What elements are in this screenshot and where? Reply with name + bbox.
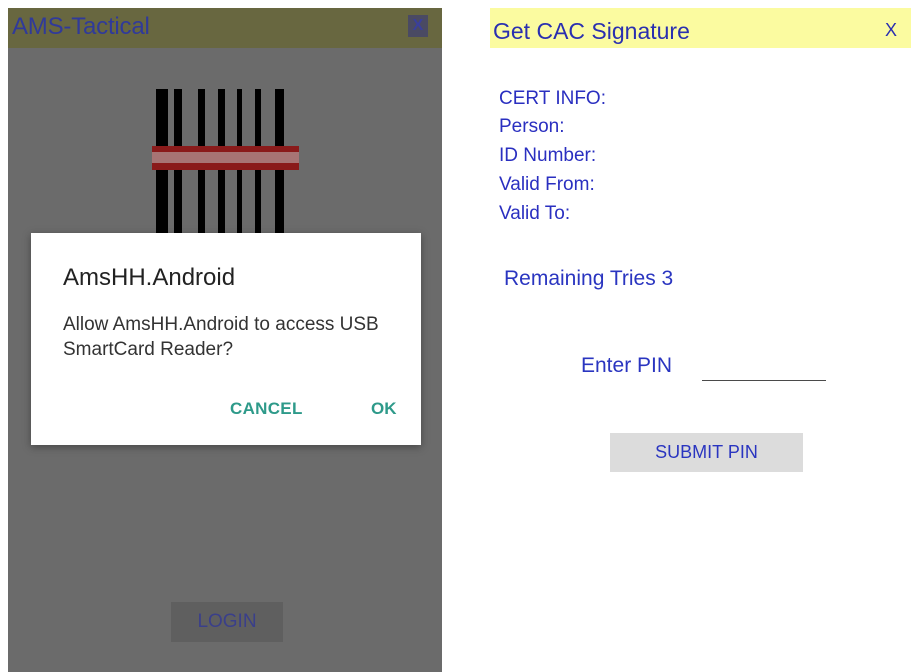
login-button[interactable]: LOGIN [171, 602, 283, 642]
pin-input[interactable] [702, 358, 826, 381]
cac-signature-screen: Get CAC Signature X CERT INFO: Person: I… [490, 8, 911, 672]
cert-info-label: CERT INFO: [499, 88, 606, 109]
id-number-label: ID Number: [499, 145, 597, 166]
submit-pin-button[interactable]: SUBMIT PIN [610, 433, 803, 472]
remaining-tries: Remaining Tries 3 [504, 267, 674, 290]
cancel-button[interactable]: CANCEL [230, 399, 303, 419]
pin-label: Enter PIN [581, 354, 673, 377]
usb-permission-dialog: AmsHH.Android Allow AmsHH.Android to acc… [31, 233, 421, 445]
close-button[interactable]: X [880, 19, 902, 41]
dialog-title: AmsHH.Android [63, 264, 236, 291]
title-bar: Get CAC Signature X [490, 8, 911, 48]
screen-title: Get CAC Signature [493, 18, 690, 44]
person-label: Person: [499, 116, 565, 137]
valid-from-label: Valid From: [499, 174, 595, 195]
ams-tactical-screen: AMS-Tactical X AmsHH.Android Allow AmsHH… [8, 8, 442, 672]
ok-button[interactable]: OK [371, 399, 397, 419]
dialog-message: Allow AmsHH.Android to access USB SmartC… [63, 314, 379, 360]
valid-to-label: Valid To: [499, 203, 571, 224]
scan-line-inner [152, 152, 299, 163]
